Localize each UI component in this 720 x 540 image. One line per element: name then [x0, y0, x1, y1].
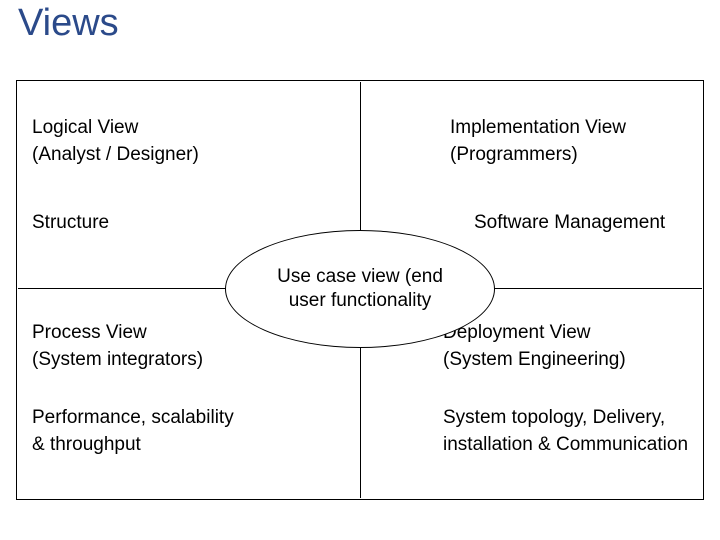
- quadrant-tl-view-name: Logical View: [32, 117, 138, 138]
- quadrant-bl-concern-line2: & throughput: [32, 434, 141, 455]
- center-line2: user functionality: [289, 290, 432, 311]
- quadrant-br-header: Deployment View (System Engineering): [443, 320, 626, 373]
- quadrant-br-concern-line2: installation & Communication: [443, 434, 688, 455]
- quadrant-tl-concern: Structure: [32, 210, 109, 237]
- quadrant-tl-header: Logical View (Analyst / Designer): [32, 115, 199, 168]
- quadrant-tr-view-name: Implementation View: [450, 117, 626, 138]
- quadrant-bl-view-name: Process View: [32, 322, 147, 343]
- center-line1: Use case view (end: [277, 266, 443, 287]
- quadrant-br-stakeholder: (System Engineering): [443, 349, 626, 370]
- quadrant-tr-stakeholder: (Programmers): [450, 144, 578, 165]
- page-title: Views: [18, 2, 119, 45]
- quadrant-bl-header: Process View (System integrators): [32, 320, 203, 373]
- quadrant-bl-concern: Performance, scalability & throughput: [32, 405, 234, 458]
- quadrant-tr-header: Implementation View (Programmers): [450, 115, 626, 168]
- center-ellipse: Use case view (end user functionality: [225, 230, 495, 348]
- quadrant-bl-concern-line1: Performance, scalability: [32, 407, 234, 428]
- quadrant-br-concern-line1: System topology, Delivery,: [443, 407, 665, 428]
- quadrant-br-concern: System topology, Delivery, installation …: [443, 405, 688, 458]
- center-label: Use case view (end user functionality: [277, 265, 443, 313]
- quadrant-tl-stakeholder: (Analyst / Designer): [32, 144, 199, 165]
- quadrant-bl-stakeholder: (System integrators): [32, 349, 203, 370]
- quadrant-tr-concern: Software Management: [474, 210, 665, 237]
